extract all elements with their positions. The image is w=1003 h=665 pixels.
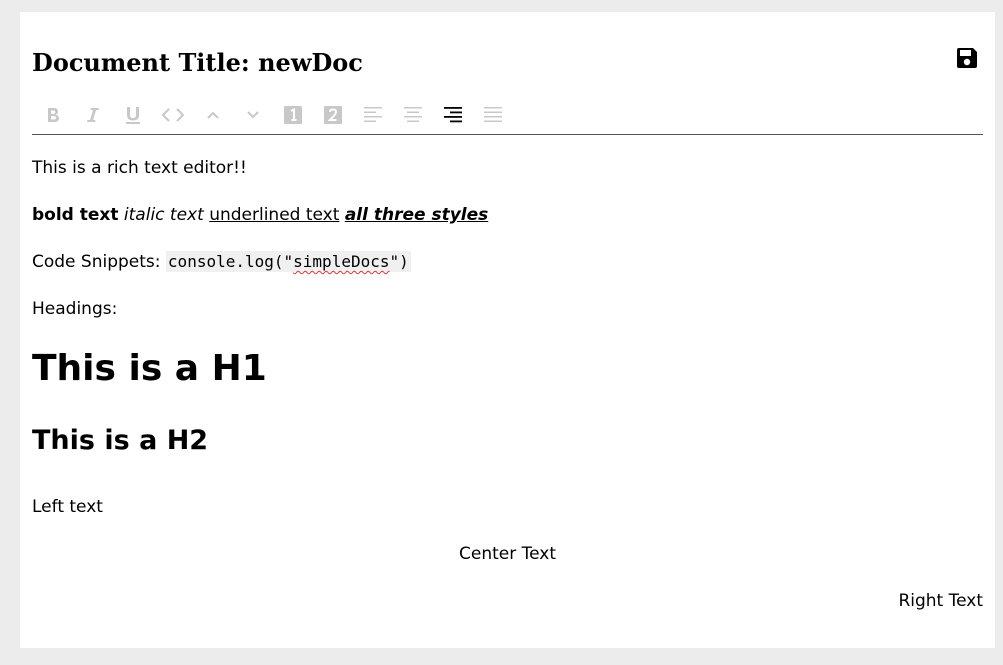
align-justify-button[interactable] — [480, 102, 506, 128]
heading-one-up-button[interactable] — [200, 102, 226, 128]
number-one-icon — [284, 106, 302, 124]
document-name[interactable]: newDoc — [258, 48, 363, 77]
bold-icon — [48, 108, 59, 122]
save-button[interactable] — [955, 46, 979, 70]
all-styles-text: all three styles — [344, 205, 489, 225]
align-right-button[interactable] — [440, 102, 466, 128]
misspelled-word[interactable]: simpleDocs — [293, 252, 389, 271]
paragraph-intro: This is a rich text editor!! — [32, 158, 983, 178]
align-center-icon — [404, 107, 422, 122]
intro-text: This is a rich text editor!! — [32, 158, 247, 178]
italic-icon — [87, 108, 99, 122]
bold-button[interactable] — [40, 102, 66, 128]
number-two-icon — [324, 106, 342, 124]
paragraph-right: Right Text — [32, 591, 983, 611]
chevron-down-icon — [247, 111, 259, 119]
numbered-two-button[interactable] — [320, 102, 346, 128]
formatting-toolbar — [32, 102, 983, 135]
paragraph-center: Center Text — [32, 544, 983, 564]
numbered-one-button[interactable] — [280, 102, 306, 128]
heading-two-text: This is a H2 — [32, 425, 209, 456]
page-title: Document Title: newDoc — [32, 48, 363, 77]
chevron-up-icon — [207, 111, 219, 119]
code-snippet: console.log("simpleDocs") — [165, 251, 411, 272]
editor-card: Document Title: newDoc This is a rich te… — [20, 12, 995, 648]
align-justify-icon — [484, 107, 502, 122]
bold-text: bold text — [32, 205, 119, 225]
floppy-disk-icon — [957, 48, 977, 68]
align-left-icon — [364, 107, 382, 122]
align-right-icon — [444, 107, 462, 123]
paragraph-left: Left text — [32, 497, 983, 517]
heading-one: This is a H1 — [32, 348, 983, 389]
paragraph-headings-label: Headings: — [32, 299, 983, 319]
headings-label: Headings: — [32, 299, 118, 319]
underline-icon — [126, 107, 140, 124]
align-center-button[interactable] — [400, 102, 426, 128]
underlined-text: underlined text — [209, 205, 340, 225]
code-button[interactable] — [160, 102, 186, 128]
paragraph-code: Code Snippets: console.log("simpleDocs") — [32, 251, 983, 272]
title-row: Document Title: newDoc — [32, 46, 983, 86]
italic-button[interactable] — [80, 102, 106, 128]
paragraph-styles: bold text italic text underlined text al… — [32, 205, 983, 225]
left-text: Left text — [32, 497, 103, 517]
code-suffix: ") — [389, 252, 409, 271]
heading-down-button[interactable] — [240, 102, 266, 128]
title-prefix: Document Title: — [32, 48, 250, 77]
italic-text: italic text — [123, 205, 204, 225]
center-text: Center Text — [458, 544, 556, 564]
code-prefix: console.log(" — [167, 252, 294, 271]
align-left-button[interactable] — [360, 102, 386, 128]
underline-button[interactable] — [120, 102, 146, 128]
right-text: Right Text — [898, 591, 983, 611]
heading-two: This is a H2 — [32, 425, 983, 456]
code-icon — [162, 108, 184, 122]
code-label: Code Snippets: — [32, 252, 161, 272]
heading-one-text: This is a H1 — [32, 348, 267, 389]
